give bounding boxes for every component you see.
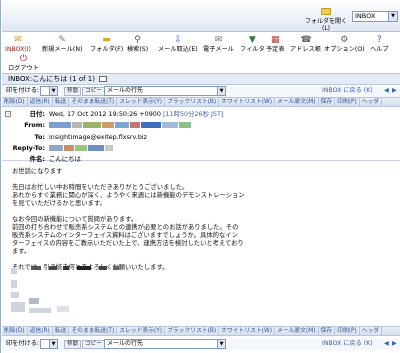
- blacklist-link[interactable]: ブラックリスト(B): [165, 98, 220, 106]
- bottom-link-bar: 削除(D) 返信(R) 転送 そのまま転送(T) スレッド表示(Y) ブラックリスト(B)…: [2, 326, 400, 336]
- header-reply-to-row: Reply-To:: [2, 143, 400, 153]
- top-action-bar: 印を付ける: ▼ 移動 コピー メールの行先 ▼ INBOX に戻る (K) ◀…: [2, 86, 400, 97]
- filter-icon: ▼: [248, 35, 256, 45]
- message-body: お世話になります 先日はお忙しい中お時間をいただきありがとうございました。 あれ…: [2, 162, 400, 322]
- to-value: insightimage@exitep.flxsrv.biz: [49, 133, 148, 141]
- envelope-icon: [99, 76, 108, 82]
- print-link[interactable]: 印刷(P): [335, 98, 360, 106]
- move-button[interactable]: 移動: [64, 340, 82, 349]
- back-to-inbox-link[interactable]: INBOX に戻る (K): [322, 86, 373, 96]
- calendar-icon: ▦: [271, 35, 280, 45]
- header-bar: フォルダを開く(L) INBOX ▼: [2, 0, 400, 32]
- toolbar-email[interactable]: ✉ 電子メール: [203, 35, 234, 55]
- raw-message-link[interactable]: メール原文(M): [275, 98, 319, 106]
- print-link[interactable]: 印刷(P): [335, 327, 360, 335]
- chevron-down-icon: ▼: [49, 340, 57, 348]
- toolbar-filter[interactable]: ▼ フィルタ: [240, 35, 265, 55]
- logout-icon: ⏻: [19, 54, 28, 64]
- blacklist-link[interactable]: ブラックリスト(B): [165, 327, 220, 335]
- toolbar-calendar[interactable]: ▦ 予定表: [266, 35, 285, 55]
- whitelist-link[interactable]: ホワイトリスト(W): [219, 327, 276, 335]
- copy-button[interactable]: コピー: [82, 87, 105, 96]
- forward-link[interactable]: 転送: [53, 98, 70, 106]
- chevron-down-icon: ▼: [217, 340, 225, 348]
- whitelist-link[interactable]: ホワイトリスト(W): [219, 98, 276, 106]
- toolbar-inbox[interactable]: ✉ INBOX(I): [5, 35, 31, 55]
- from-value: [49, 120, 192, 130]
- address-book-icon: ☎: [300, 35, 312, 45]
- forward-as-is-link[interactable]: そのまま転送(T): [69, 327, 118, 335]
- message-info-bar: INBOX:こんにちは (1 of 1): [2, 73, 400, 85]
- email-icon: ✉: [214, 35, 223, 45]
- header-date-row: - 日付: Wed, 17 Oct 2012 19:50:26 +0900 [1…: [2, 109, 400, 119]
- main-toolbar: ✉ INBOX(I) ✎ 新規メール(N) ▬ フォルダ(F) ⚲ 検索(S) …: [2, 33, 400, 73]
- header-from-row: From:: [2, 120, 400, 130]
- header-to-row: To: insightimage@exitep.flxsrv.biz: [34, 133, 148, 141]
- body-paragraph: 先日はお忙しい中お時間をいただきありがとうございました。 あれからすぐ業務に関心…: [12, 184, 245, 207]
- chevron-down-icon: ▼: [217, 87, 225, 95]
- thread-view-link[interactable]: スレッド表示(Y): [117, 327, 166, 335]
- chevron-down-icon: ▼: [388, 12, 397, 21]
- help-icon: ?: [376, 35, 382, 45]
- toolbar-options[interactable]: ⚙ オプション(O): [324, 35, 365, 55]
- folder-icon: [321, 8, 331, 15]
- message-headers: - 日付: Wed, 17 Oct 2012 19:50:26 +0900 [1…: [2, 108, 400, 163]
- message-link-bar: 削除(D) 返信(R) 転送 そのまま転送(T) スレッド表示(Y) ブラックリスト(B)…: [2, 97, 400, 107]
- flag-label: 印を付ける:: [6, 87, 40, 94]
- thread-view-link[interactable]: スレッド表示(Y): [117, 98, 166, 106]
- prev-arrow-icon[interactable]: ◀: [384, 86, 389, 96]
- back-to-inbox-link[interactable]: INBOX に戻る (K): [322, 339, 373, 349]
- prev-arrow-icon[interactable]: ◀: [384, 339, 389, 349]
- bottom-action-bar: 印を付ける: ▼ 移動 コピー メールの行先 ▼ INBOX に戻る (K) ◀…: [2, 339, 400, 350]
- target-folder-select[interactable]: メールの行先 ▼: [104, 86, 226, 96]
- headers-link[interactable]: ヘッダ: [360, 327, 383, 335]
- new-mail-icon: ✎: [58, 35, 66, 45]
- toolbar-search[interactable]: ⚲ 検索(S): [127, 35, 148, 55]
- flag-select[interactable]: ▼: [40, 86, 58, 96]
- save-link[interactable]: 保存: [319, 98, 336, 106]
- toolbar-mail-import[interactable]: ⇩ メール取込(E): [158, 35, 198, 55]
- date-value: Wed, 17 Oct 2012 19:50:26 +0900: [49, 110, 161, 118]
- search-icon: ⚲: [134, 35, 141, 45]
- webmail-window: フォルダを開く(L) INBOX ▼ ✉ INBOX(I) ✎ 新規メール(N)…: [0, 0, 400, 353]
- message-position: INBOX:こんにちは (1 of 1): [8, 75, 95, 83]
- inbox-icon: ✉: [14, 35, 22, 45]
- reply-link[interactable]: 返信(R): [28, 98, 53, 106]
- date-local: [11時50分26秒 JST]: [162, 110, 224, 118]
- forward-as-is-link[interactable]: そのまま転送(T): [69, 98, 118, 106]
- raw-message-link[interactable]: メール原文(M): [275, 327, 319, 335]
- next-arrow-icon[interactable]: ▶: [392, 86, 397, 96]
- toolbar-folders[interactable]: ▬ フォルダ(F): [90, 35, 123, 55]
- toolbar-logout[interactable]: ⏻ ログアウト: [8, 54, 39, 74]
- body-paragraph: なお今回の新機能について質問があります。 前回の打ち合わせで販売系システムとの連…: [12, 216, 244, 255]
- toolbar-new-mail[interactable]: ✎ 新規メール(N): [42, 35, 82, 55]
- copy-button[interactable]: コピー: [82, 340, 105, 349]
- chevron-down-icon: ▼: [49, 87, 57, 95]
- headers-link[interactable]: ヘッダ: [360, 98, 383, 106]
- toolbar-help[interactable]: ? ヘルプ: [370, 35, 389, 55]
- target-folder-select[interactable]: メールの行先 ▼: [104, 339, 226, 349]
- flag-select[interactable]: ▼: [40, 339, 58, 349]
- collapse-toggle[interactable]: -: [5, 111, 11, 117]
- delete-link[interactable]: 削除(D): [2, 327, 28, 335]
- body-paragraph: お世話になります: [12, 168, 63, 175]
- delete-link[interactable]: 削除(D): [2, 98, 28, 106]
- folder-icon: ▬: [102, 35, 111, 45]
- save-link[interactable]: 保存: [319, 327, 336, 335]
- mailbox-select[interactable]: INBOX ▼: [352, 11, 398, 22]
- options-icon: ⚙: [340, 35, 349, 45]
- move-button[interactable]: 移動: [64, 87, 82, 96]
- open-folder-button[interactable]: フォルダを開く(L): [302, 8, 350, 32]
- reply-link[interactable]: 返信(R): [28, 327, 53, 335]
- open-folder-label: フォルダを開く(L): [304, 18, 347, 32]
- toolbar-address-book[interactable]: ☎ アドレス帳: [290, 35, 321, 55]
- next-arrow-icon[interactable]: ▶: [392, 339, 397, 349]
- flag-label: 印を付ける:: [6, 340, 40, 347]
- mail-import-icon: ⇩: [174, 35, 182, 45]
- forward-link[interactable]: 転送: [53, 327, 70, 335]
- reply-to-value: [49, 143, 114, 153]
